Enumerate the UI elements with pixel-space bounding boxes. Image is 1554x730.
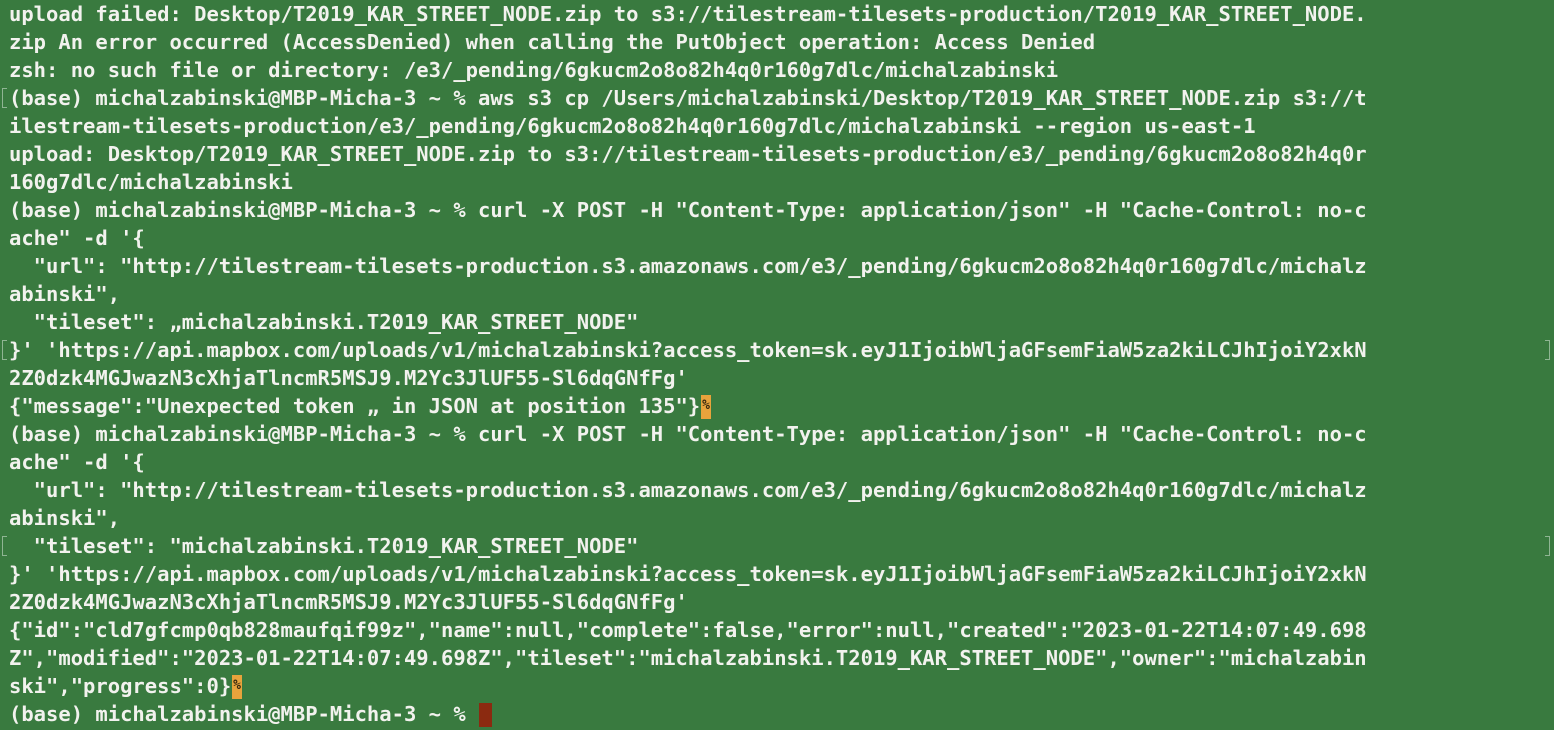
command-line-continued: ache" -d '{ — [9, 450, 145, 474]
command-line: (base) michalzabinski@MBP-Micha-3 ~ % cu… — [9, 422, 1367, 446]
command-line: (base) michalzabinski@MBP-Micha-3 ~ % aw… — [2, 84, 1554, 112]
no-newline-marker: % — [701, 395, 711, 419]
output-line: zip An error occurred (AccessDenied) whe… — [9, 30, 1096, 54]
command-line-continued: "tileset": „michalzabinski.T2019_KAR_STR… — [9, 310, 639, 334]
output-line: Z","modified":"2023-01-22T14:07:49.698Z"… — [9, 646, 1367, 670]
line-mark — [1545, 536, 1550, 556]
terminal-window[interactable]: upload failed: Desktop/T2019_KAR_STREET_… — [0, 0, 1554, 730]
command-line-continued: "tileset": "michalzabinski.T2019_KAR_STR… — [2, 532, 1554, 560]
command-line-continued: 2Z0dzk4MGJwazN3cXhjaTlncmR5MSJ9.M2Yc3JlU… — [9, 366, 688, 390]
command-line-continued: "url": "http://tilestream-tilesets-produ… — [9, 254, 1367, 278]
prompt-line[interactable]: (base) michalzabinski@MBP-Micha-3 ~ % — [9, 700, 1554, 728]
output-line: upload: Desktop/T2019_KAR_STREET_NODE.zi… — [9, 142, 1367, 166]
command-line-continued: abinski", — [9, 282, 121, 306]
output-line: 160g7dlc/michalzabinski — [9, 170, 293, 194]
no-newline-marker: % — [232, 675, 242, 699]
shell-prompt: (base) michalzabinski@MBP-Micha-3 ~ % — [9, 702, 478, 726]
line-mark — [1545, 340, 1550, 360]
line-mark — [2, 340, 7, 360]
command-line-continued: }' 'https://api.mapbox.com/uploads/v1/mi… — [9, 562, 1367, 586]
command-line-continued: 2Z0dzk4MGJwazN3cXhjaTlncmR5MSJ9.M2Yc3JlU… — [9, 590, 688, 614]
text-cursor[interactable] — [479, 703, 492, 727]
output-line: upload failed: Desktop/T2019_KAR_STREET_… — [9, 2, 1367, 26]
command-line-continued: ilestream-tilesets-production/e3/_pendin… — [9, 114, 1256, 138]
command-line-continued: }' 'https://api.mapbox.com/uploads/v1/mi… — [2, 336, 1554, 364]
command-line-continued: "url": "http://tilestream-tilesets-produ… — [9, 478, 1367, 502]
line-mark — [2, 536, 7, 556]
output-line: {"message":"Unexpected token „ in JSON a… — [9, 394, 711, 419]
line-mark — [2, 88, 7, 108]
output-line: ski","progress":0}% — [9, 674, 242, 699]
output-line: zsh: no such file or directory: /e3/_pen… — [9, 58, 1059, 82]
command-line-continued: ache" -d '{ — [9, 226, 145, 250]
command-line-continued: abinski", — [9, 506, 121, 530]
command-line: (base) michalzabinski@MBP-Micha-3 ~ % cu… — [9, 198, 1367, 222]
output-line: {"id":"cld7gfcmp0qb828maufqif99z","name"… — [9, 618, 1367, 642]
